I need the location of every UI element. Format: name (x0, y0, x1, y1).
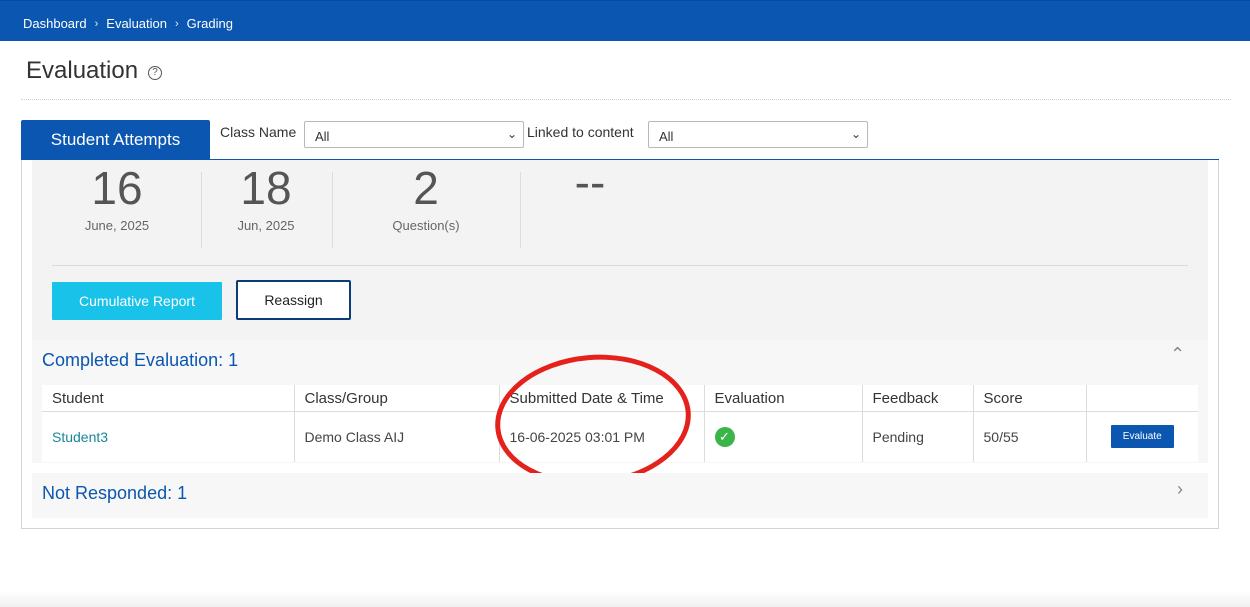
evaluation-cell: ✓ (703, 411, 862, 462)
stat-score: -- (540, 156, 640, 212)
linked-content-label: Linked to content (527, 124, 634, 140)
class-name-select[interactable]: All ⌄ (304, 121, 524, 148)
breadcrumb: Dashboard › Evaluation › Grading (23, 16, 233, 31)
column-header-evaluation: Evaluation (703, 385, 862, 412)
not-responded-title[interactable]: Not Responded: 1 (42, 483, 187, 504)
title-divider (21, 99, 1231, 100)
stats-divider (52, 265, 1188, 266)
stat-divider (520, 172, 521, 248)
class-group-cell: Demo Class AIJ (293, 411, 499, 462)
completed-evaluation-title[interactable]: Completed Evaluation: 1 (42, 350, 238, 371)
feedback-cell: Pending (861, 411, 973, 462)
reassign-button[interactable]: Reassign (236, 280, 351, 320)
linked-content-select[interactable]: All ⌄ (648, 121, 868, 148)
breadcrumb-dashboard[interactable]: Dashboard (23, 16, 87, 31)
stat-end-month: Jun, 2025 (237, 218, 295, 233)
column-header-score: Score (972, 385, 1086, 412)
stat-divider (332, 172, 333, 248)
breadcrumb-grading: Grading (186, 16, 233, 31)
chevron-down-icon: ⌄ (506, 127, 517, 141)
column-header-student: Student (42, 385, 294, 412)
action-cell: Evaluate (1085, 411, 1198, 462)
help-icon[interactable]: ? (148, 66, 163, 80)
stat-end-date: 18 Jun, 2025 (211, 162, 321, 233)
chevron-up-icon[interactable]: ⌃ (1170, 344, 1185, 365)
stat-question-count: 2 (413, 162, 439, 214)
cumulative-report-button[interactable]: Cumulative Report (52, 282, 222, 320)
chevron-right-icon[interactable]: › (1177, 479, 1183, 500)
page-bottom-shade (0, 590, 1250, 607)
score-cell: 50/55 (972, 411, 1086, 462)
stat-divider (201, 172, 202, 248)
page-title-text: Evaluation (26, 57, 139, 84)
evaluate-button[interactable]: Evaluate (1110, 425, 1174, 449)
tab-student-attempts[interactable]: Student Attempts (21, 120, 210, 159)
stat-questions: 2 Question(s) (371, 162, 481, 233)
linked-content-select-value: All (659, 129, 674, 144)
class-name-select-value: All (315, 129, 330, 144)
breadcrumb-evaluation[interactable]: Evaluation (106, 16, 167, 31)
stat-start-day: 16 (91, 162, 143, 214)
student-link[interactable]: Student3 (52, 429, 108, 445)
stat-start-date: 16 June, 2025 (62, 162, 172, 233)
column-header-class-group: Class/Group (293, 385, 499, 412)
chevron-right-icon: › (175, 17, 179, 30)
student-cell: Student3 (42, 411, 294, 462)
stat-question-label: Question(s) (392, 218, 460, 233)
page-title: Evaluation ? (26, 57, 163, 85)
chevron-right-icon: › (94, 17, 99, 30)
stat-end-day: 18 (240, 162, 292, 214)
column-header-feedback: Feedback (861, 385, 973, 412)
chevron-down-icon: ⌄ (850, 127, 861, 141)
column-header-action (1085, 385, 1198, 412)
stat-score-value: -- (574, 156, 606, 208)
stat-start-month: June, 2025 (84, 218, 150, 233)
check-circle-icon: ✓ (714, 426, 735, 447)
not-responded-section: Not Responded: 1 › (32, 473, 1208, 518)
top-nav-bar: Dashboard › Evaluation › Grading (0, 0, 1250, 41)
class-name-label: Class Name (220, 124, 297, 140)
